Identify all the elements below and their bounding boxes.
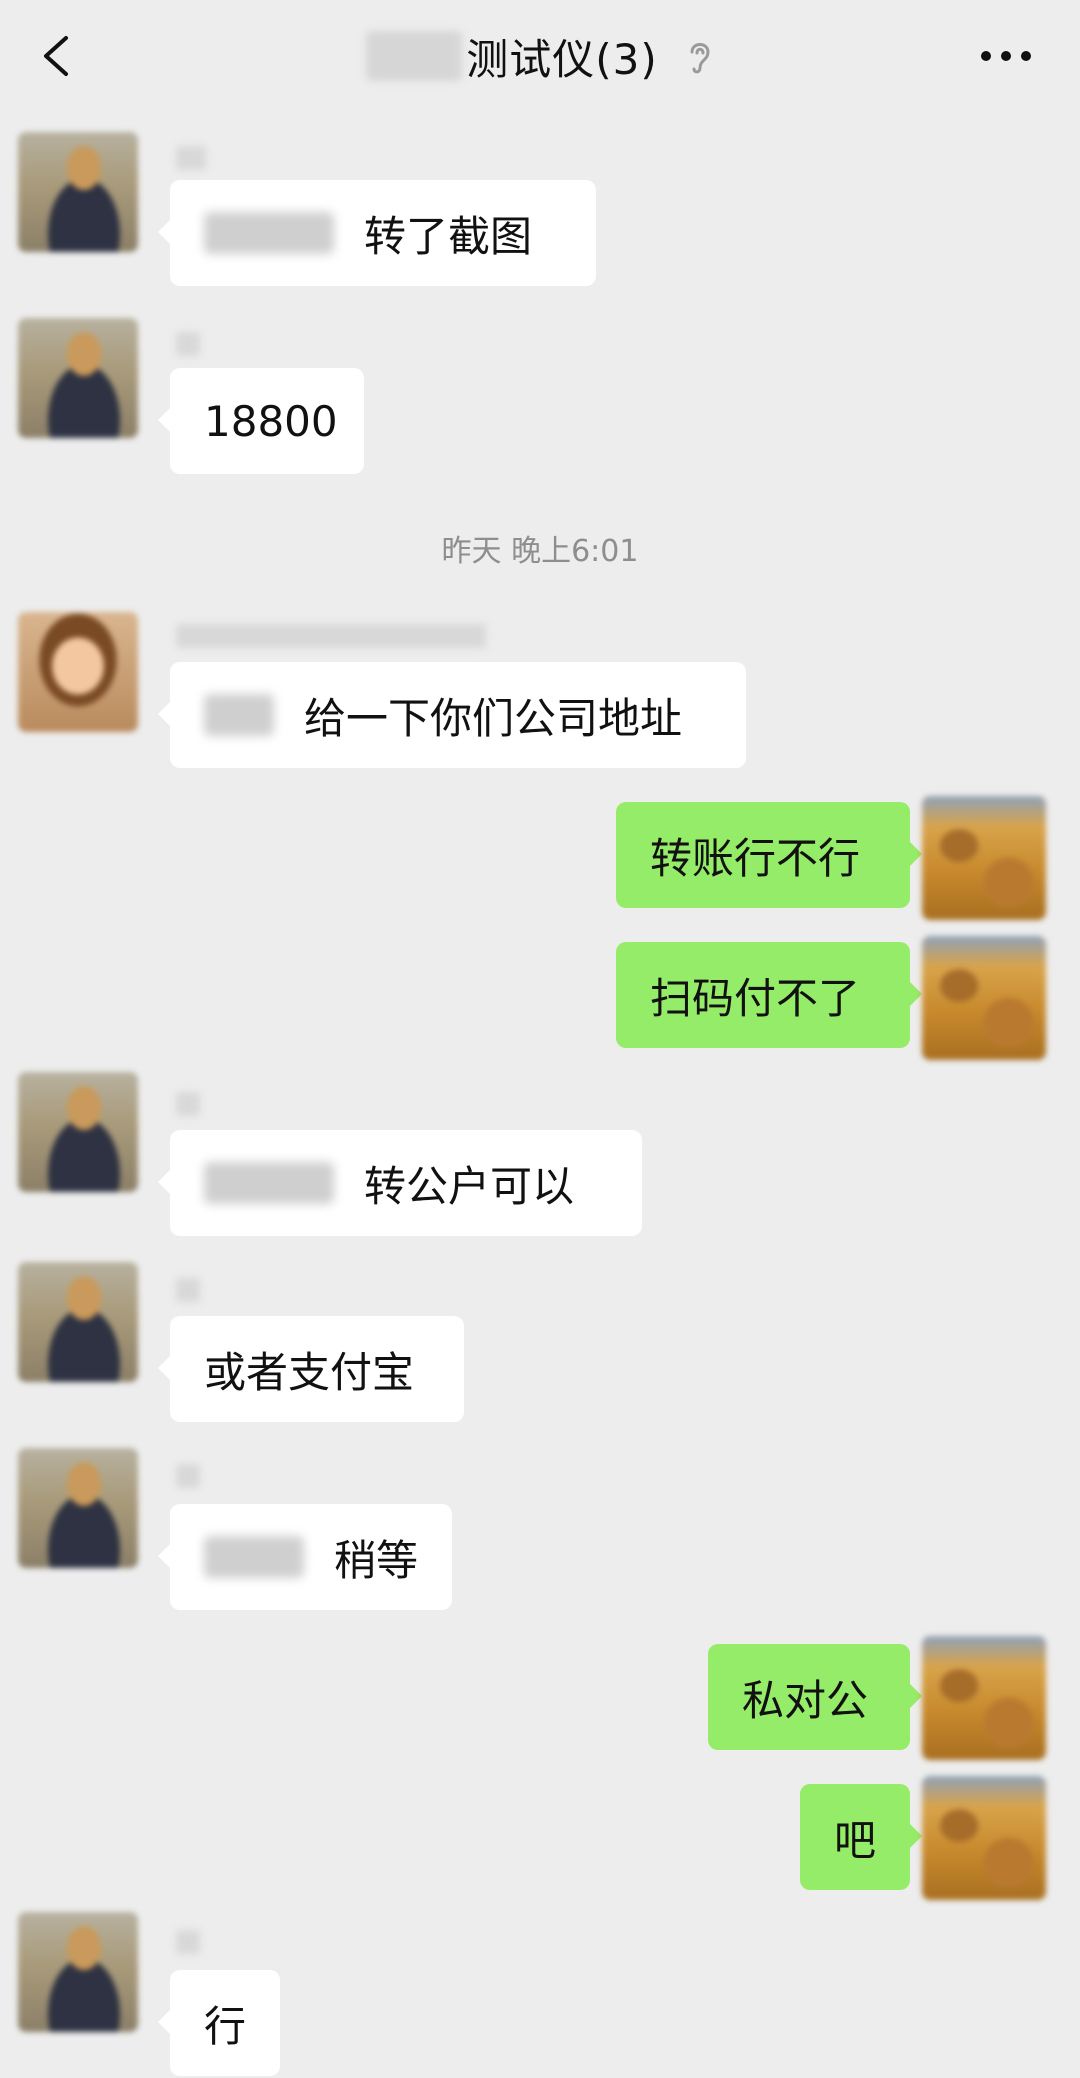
chat-header: 测试仪(3) — [0, 0, 1080, 112]
message-bubble[interactable]: 转了截图 — [158, 180, 596, 286]
message-text: 或者支付宝 — [204, 1347, 415, 1397]
avatar[interactable] — [18, 1912, 138, 2032]
message-text: 18800 — [204, 396, 338, 446]
sender-name — [176, 146, 206, 170]
avatar[interactable] — [18, 1448, 138, 1568]
message-bubble[interactable]: 转账行不行 — [616, 802, 922, 908]
avatar[interactable] — [922, 796, 1046, 920]
avatar[interactable] — [18, 1072, 138, 1192]
message-text: 吧 — [834, 1815, 877, 1865]
sender-name — [176, 1464, 200, 1488]
message-bubble[interactable]: 行 — [158, 1970, 280, 2076]
message-bubble[interactable]: 私对公 — [708, 1644, 922, 1750]
avatar[interactable] — [18, 132, 138, 252]
message-bubble[interactable]: 或者支付宝 — [158, 1316, 464, 1422]
message-text: 给一下你们公司地址 — [304, 693, 683, 743]
avatar[interactable] — [922, 1776, 1046, 1900]
avatar[interactable] — [18, 1262, 138, 1382]
mention — [204, 1162, 334, 1204]
message-bubble[interactable]: 18800 — [158, 368, 364, 474]
message-bubble[interactable]: 给一下你们公司地址 — [158, 662, 746, 768]
sender-name — [176, 1092, 200, 1116]
message-text: 转账行不行 — [650, 833, 861, 883]
message-bubble[interactable]: 稍等 — [158, 1504, 452, 1610]
message-text: 行 — [204, 2001, 247, 2051]
sender-name — [176, 1930, 200, 1954]
message-text: 扫码付不了 — [650, 973, 861, 1023]
sender-name — [176, 624, 486, 648]
message-bubble[interactable]: 吧 — [800, 1784, 922, 1890]
message-bubble[interactable]: 转公户可以 — [158, 1130, 642, 1236]
sender-name — [176, 1278, 200, 1302]
mention — [204, 694, 274, 736]
message-text: 转了截图 — [364, 211, 533, 261]
message-bubble[interactable]: 扫码付不了 — [616, 942, 922, 1048]
more-icon[interactable] — [980, 50, 1032, 62]
avatar[interactable] — [922, 1636, 1046, 1760]
avatar[interactable] — [18, 612, 138, 732]
message-text: 稍等 — [333, 1535, 418, 1585]
redacted-name — [366, 31, 463, 81]
message-text: 转公户可以 — [364, 1161, 575, 1211]
chat-title-area: 测试仪(3) — [0, 26, 1080, 86]
avatar[interactable] — [18, 318, 138, 438]
mention — [204, 1536, 304, 1578]
ear-icon — [690, 43, 710, 74]
sender-name — [176, 332, 200, 356]
mention — [204, 212, 334, 254]
chat-title: 测试仪(3) — [466, 34, 658, 84]
message-text: 私对公 — [742, 1675, 869, 1725]
avatar[interactable] — [922, 936, 1046, 1060]
timestamp: 昨天 晚上6:01 — [441, 534, 639, 569]
